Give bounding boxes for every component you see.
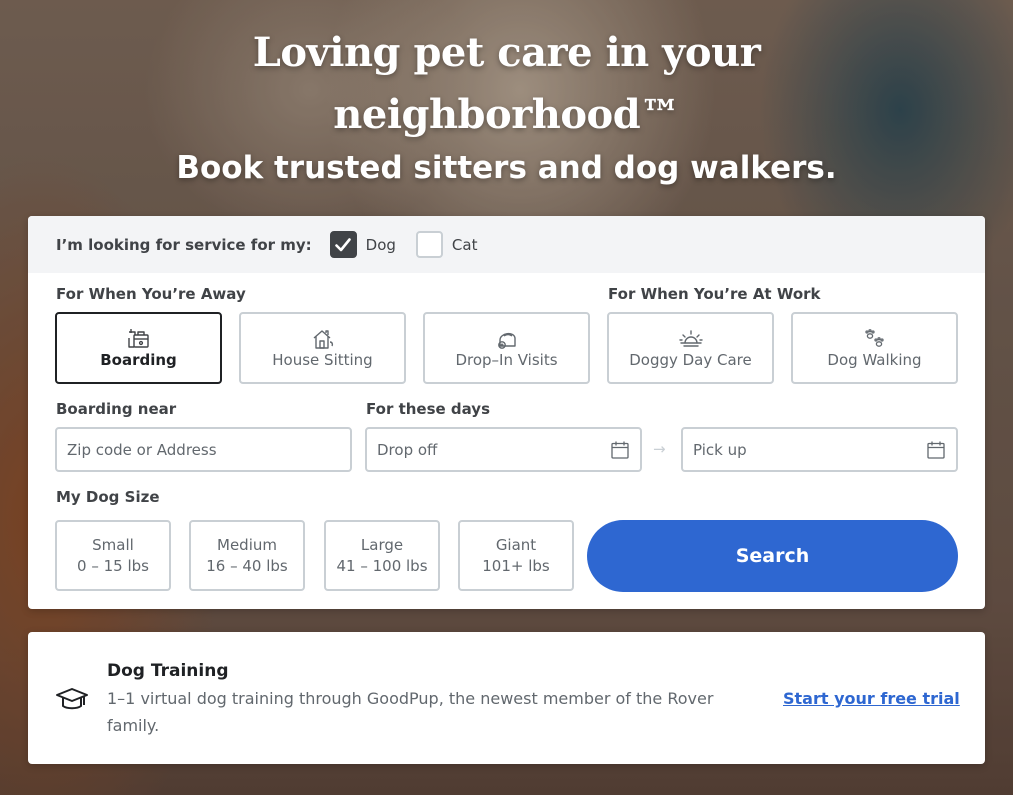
dog-size-name: Medium (217, 535, 277, 554)
sun-icon (678, 329, 703, 347)
paw-prints-icon (864, 328, 884, 347)
dog-size-name: Large (360, 535, 404, 554)
checkmark-icon (335, 237, 351, 251)
service-label: Doggy Day Care (629, 350, 752, 369)
dog-size-range: 0 – 15 lbs (77, 556, 149, 575)
service-label: Boarding (100, 350, 177, 369)
hero-title: Loving pet care in your neighborhood™ (0, 22, 1013, 146)
service-boarding[interactable]: Boarding (55, 312, 222, 384)
dog-size-giant[interactable]: Giant 101+ lbs (458, 520, 574, 591)
location-input[interactable] (67, 440, 340, 459)
cat-checkbox[interactable]: Cat (415, 231, 478, 258)
house-icon (313, 329, 333, 349)
training-description: 1–1 virtual dog training through GoodPup… (107, 689, 714, 735)
search-card: I’m looking for service for my: Dog Cat … (28, 216, 985, 609)
dates-label: For these days (366, 400, 491, 418)
service-drop-in-visits[interactable]: Drop–In Visits (423, 312, 590, 384)
service-label: Drop–In Visits (455, 350, 558, 369)
dog-checkbox-label: Dog (365, 235, 396, 254)
dog-training-banner: Dog Training 1–1 virtual dog training th… (28, 632, 985, 764)
pet-type-selector: I’m looking for service for my: Dog Cat (28, 216, 985, 273)
service-doggy-day-care[interactable]: Doggy Day Care (607, 312, 774, 384)
dog-size-range: 101+ lbs (482, 556, 550, 575)
dog-size-name: Small (92, 535, 134, 554)
service-house-sitting[interactable]: House Sitting (239, 312, 406, 384)
pickup-date-input[interactable] (693, 440, 926, 459)
dropoff-field[interactable] (365, 427, 642, 472)
location-field[interactable] (55, 427, 352, 472)
away-services-label: For When You’re Away (56, 285, 246, 303)
dog-size-label: My Dog Size (56, 488, 160, 506)
calendar-icon[interactable] (926, 440, 946, 460)
training-title: Dog Training (107, 661, 229, 681)
hero-subtitle: Book trusted sitters and dog walkers. (176, 150, 837, 186)
date-range-arrow: → (653, 440, 666, 458)
graduation-cap-icon (56, 688, 88, 710)
location-label: Boarding near (56, 400, 177, 418)
pickup-field[interactable] (681, 427, 958, 472)
dog-checkbox[interactable]: Dog (329, 231, 396, 258)
service-label: House Sitting (272, 350, 373, 369)
start-free-trial-link[interactable]: Start your free trial (783, 689, 960, 708)
boarding-icon (127, 328, 149, 348)
cat-checkbox-box[interactable] (415, 231, 443, 258)
calendar-icon[interactable] (610, 440, 630, 460)
dog-checkbox-box[interactable] (329, 231, 357, 258)
dog-size-name: Giant (495, 535, 537, 554)
pet-type-prompt: I’m looking for service for my: (56, 235, 312, 254)
service-label: Dog Walking (827, 350, 922, 369)
cat-checkbox-label: Cat (451, 235, 478, 254)
hero-title-line-1: Loving pet care in your (252, 29, 761, 76)
dropoff-date-input[interactable] (377, 440, 610, 459)
dog-size-range: 16 – 40 lbs (206, 556, 288, 575)
dog-size-large[interactable]: Large 41 – 100 lbs (324, 520, 440, 591)
search-button[interactable]: Search (587, 520, 958, 592)
hero: Loving pet care in your neighborhood™ Bo… (0, 22, 1013, 188)
work-services-label: For When You’re At Work (608, 285, 821, 303)
dog-size-medium[interactable]: Medium 16 – 40 lbs (189, 520, 305, 591)
service-dog-walking[interactable]: Dog Walking (791, 312, 958, 384)
dog-size-small[interactable]: Small 0 – 15 lbs (55, 520, 171, 591)
hero-title-line-2: neighborhood™ (333, 91, 680, 138)
dog-size-range: 41 – 100 lbs (336, 556, 428, 575)
food-bowl-icon (497, 332, 516, 349)
